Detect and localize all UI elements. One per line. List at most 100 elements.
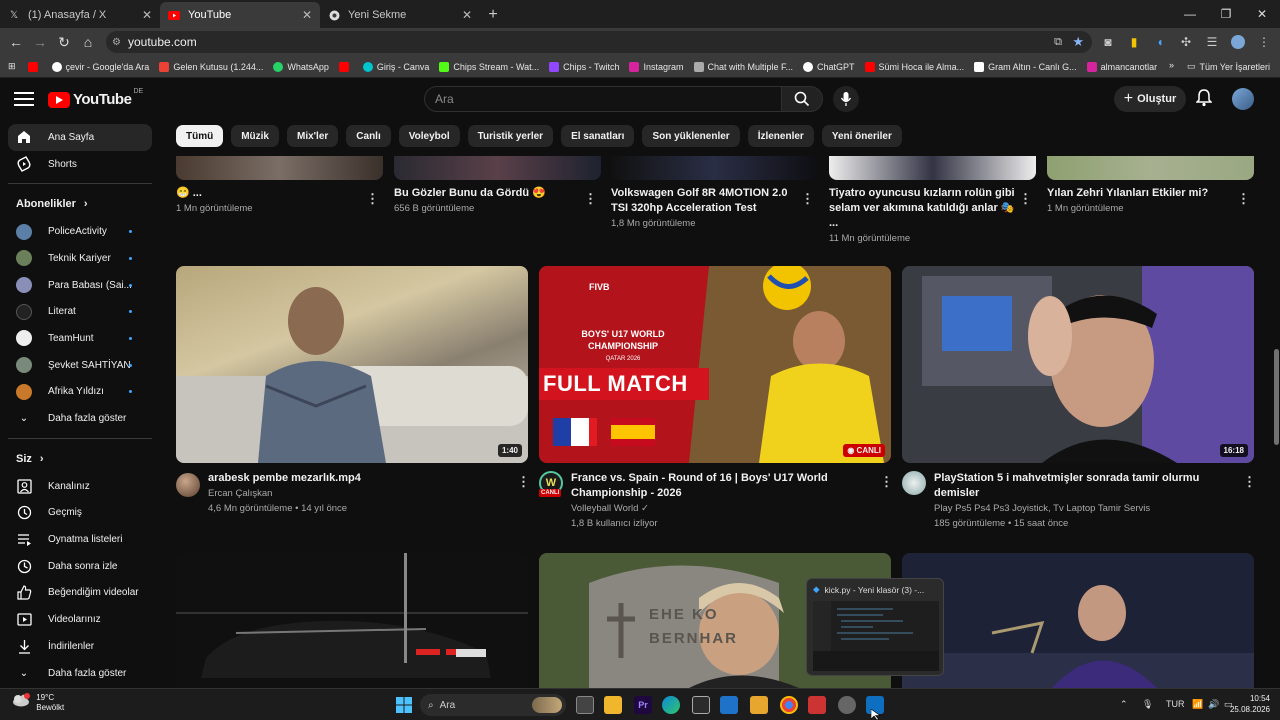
video-thumbnail[interactable] xyxy=(829,156,1036,180)
chip[interactable]: Turistik yerler xyxy=(467,125,554,147)
sidebar-item-liked-videos[interactable]: Beğendiğim videolar xyxy=(0,580,160,607)
reload-icon[interactable]: ↻ xyxy=(52,34,76,51)
more-options-icon[interactable]: ⋮ xyxy=(366,191,379,207)
video-title[interactable]: Volkswagen Golf 8R 4MOTION 2.0 TSI 320hp… xyxy=(611,186,797,216)
video-thumbnail[interactable] xyxy=(176,553,528,688)
more-options-icon[interactable]: ⋮ xyxy=(880,474,893,490)
video-title[interactable]: Tiyatro oyuncusu kızların rolün gibi sel… xyxy=(829,186,1015,231)
forward-icon[interactable]: → xyxy=(28,34,52,50)
guide-menu-icon[interactable] xyxy=(14,89,34,109)
url-field[interactable]: ⚙ youtube.com ⧉ ★ xyxy=(106,31,1092,53)
premiere-pro-icon[interactable]: Pr xyxy=(634,696,652,714)
sidebar-item-subscription[interactable]: TeamHunt xyxy=(0,325,160,352)
profile-icon[interactable] xyxy=(1228,32,1248,52)
taskbar-preview-popup[interactable]: ◆ kick.py - Yeni klasör (3) -... xyxy=(806,578,944,676)
folder-icon[interactable] xyxy=(750,696,768,714)
new-tab-button[interactable]: + xyxy=(480,2,506,28)
channel-name[interactable]: Play Ps5 Ps4 Ps3 Joyistick, Tv Laptop Ta… xyxy=(934,501,1234,516)
wifi-icon[interactable]: 📶 xyxy=(1192,699,1203,710)
minimize-icon[interactable]: — xyxy=(1172,0,1208,28)
camera-extension-icon[interactable]: ◙ xyxy=(1098,32,1118,52)
all-bookmarks[interactable]: ▭ Tüm Yer İşaretleri xyxy=(1187,61,1270,72)
bookmark-item[interactable] xyxy=(338,61,353,72)
bookmark-item[interactable]: Gelen Kutusu (1.244... xyxy=(159,61,263,72)
video-title[interactable]: 😁 ... xyxy=(176,186,356,201)
chip[interactable]: Tümü xyxy=(176,125,224,147)
chip[interactable]: Canlı xyxy=(346,125,391,147)
video-title[interactable]: PlayStation 5 i mahvetmişler sonrada tam… xyxy=(934,471,1234,501)
sidebar-show-more[interactable]: ⌄ Daha fazla göster xyxy=(0,660,160,687)
chrome-icon[interactable] xyxy=(780,696,798,714)
video-title[interactable]: arabesk pembe mezarlık.mp4 xyxy=(208,471,508,486)
extension-icon[interactable]: ▮ xyxy=(1124,32,1144,52)
sidebar-item-downloads[interactable]: İndirilenler xyxy=(0,633,160,660)
sidebar-item-your-channel[interactable]: Kanalınız xyxy=(0,473,160,500)
bookmark-item[interactable]: Sümi Hoca ile Alma... xyxy=(864,61,964,72)
more-options-icon[interactable]: ⋮ xyxy=(1237,191,1250,207)
video-thumbnail[interactable] xyxy=(611,156,818,180)
tray-overflow-icon[interactable]: ⌃ xyxy=(1120,699,1128,710)
task-view-icon[interactable] xyxy=(576,696,594,714)
volume-icon[interactable]: 🔊 xyxy=(1208,699,1219,710)
channel-name[interactable]: Ercan Çalışkan xyxy=(208,486,508,501)
weather-widget[interactable]: 19°C Bewölkt xyxy=(12,693,64,713)
sidebar-item-your-videos[interactable]: Videolarınız xyxy=(0,606,160,633)
edge-icon[interactable] xyxy=(662,696,680,714)
chip[interactable]: Voleybol xyxy=(398,125,460,147)
tab-youtube[interactable]: YouTube ✕ xyxy=(160,2,320,28)
voice-search-button[interactable] xyxy=(833,86,859,112)
calculator-icon[interactable] xyxy=(720,696,738,714)
sidebar-item-subscription[interactable]: Literat xyxy=(0,298,160,325)
sidebar-item-subscription[interactable]: Şevket SAHTİYAN xyxy=(0,352,160,379)
more-options-icon[interactable]: ⋮ xyxy=(584,191,597,207)
clock[interactable]: 10:54 25.08.2026 xyxy=(1230,693,1270,715)
tab-search-icon[interactable]: ☰ xyxy=(1202,32,1222,52)
you-heading[interactable]: Siz › xyxy=(0,445,160,473)
youtube-logo[interactable]: YouTube DE xyxy=(48,88,143,108)
chip[interactable]: Son yüklenenler xyxy=(642,125,740,147)
file-explorer-icon[interactable] xyxy=(604,696,622,714)
sidebar-item-subscription[interactable]: Afrika Yıldızı xyxy=(0,379,160,406)
video-title[interactable]: Bu Gözler Bunu da Gördü 😍 xyxy=(394,186,574,201)
bookmark-item[interactable]: Chat with Multiple F... xyxy=(693,61,793,72)
input-language[interactable]: TUR xyxy=(1166,699,1185,709)
audio-extension-icon[interactable]: ◖ xyxy=(1150,32,1170,52)
channel-avatar[interactable] xyxy=(176,473,200,497)
search-button[interactable] xyxy=(781,86,823,112)
cast-icon[interactable]: ⧉ xyxy=(1054,36,1062,49)
chip[interactable]: Yeni öneriler xyxy=(821,125,902,147)
bookmark-item[interactable]: Instagram xyxy=(629,61,684,72)
more-options-icon[interactable]: ⋮ xyxy=(801,191,814,207)
bookmark-item[interactable]: Chips Stream - Wat... xyxy=(439,61,539,72)
video-title[interactable]: France vs. Spain - Round of 16 | Boys' U… xyxy=(571,471,877,501)
video-thumbnail[interactable]: 16:18 xyxy=(902,266,1254,463)
video-thumbnail[interactable] xyxy=(176,156,383,180)
bookmark-item[interactable]: Giriş - Canva xyxy=(362,61,429,72)
app-icon[interactable] xyxy=(808,696,826,714)
sidebar-item-subscription[interactable]: Teknik Kariyer xyxy=(0,245,160,272)
channel-name[interactable]: Volleyball World ✓ xyxy=(571,501,877,516)
chip[interactable]: El sanatları xyxy=(561,125,635,147)
bookmark-item[interactable]: çevir - Google'da Ara xyxy=(51,61,149,72)
account-avatar[interactable] xyxy=(1232,88,1254,110)
sidebar-item-watch-later[interactable]: Daha sonra izle xyxy=(0,553,160,580)
more-options-icon[interactable]: ⋮ xyxy=(1243,474,1256,490)
sidebar-item-history[interactable]: Geçmiş xyxy=(0,500,160,527)
bookmark-item[interactable]: Gram Altın - Canlı G... xyxy=(974,61,1077,72)
sidebar-item-home[interactable]: Ana Sayfa xyxy=(8,124,152,151)
close-tab-icon[interactable]: ✕ xyxy=(302,8,312,22)
home-icon[interactable]: ⌂ xyxy=(76,34,100,50)
sidebar-show-more[interactable]: ⌄ Daha fazla göster xyxy=(0,405,160,432)
channel-avatar[interactable] xyxy=(902,471,926,495)
store-icon[interactable] xyxy=(692,696,710,714)
video-thumbnail[interactable] xyxy=(1047,156,1254,180)
sidebar-item-subscription[interactable]: Para Babası (Sai... xyxy=(0,272,160,299)
page-scrollbar[interactable] xyxy=(1272,121,1280,687)
more-options-icon[interactable]: ⋮ xyxy=(517,474,530,490)
tab-new[interactable]: Yeni Sekme ✕ xyxy=(320,2,480,28)
scrollbar-thumb[interactable] xyxy=(1274,349,1279,445)
tab-x[interactable]: 𝕏 (1) Anasayfa / X ✕ xyxy=(0,2,160,28)
more-options-icon[interactable]: ⋮ xyxy=(1019,191,1032,207)
bookmark-item[interactable]: ChatGPT xyxy=(803,61,855,72)
more-menu-icon[interactable]: ⋮ xyxy=(1254,32,1274,52)
